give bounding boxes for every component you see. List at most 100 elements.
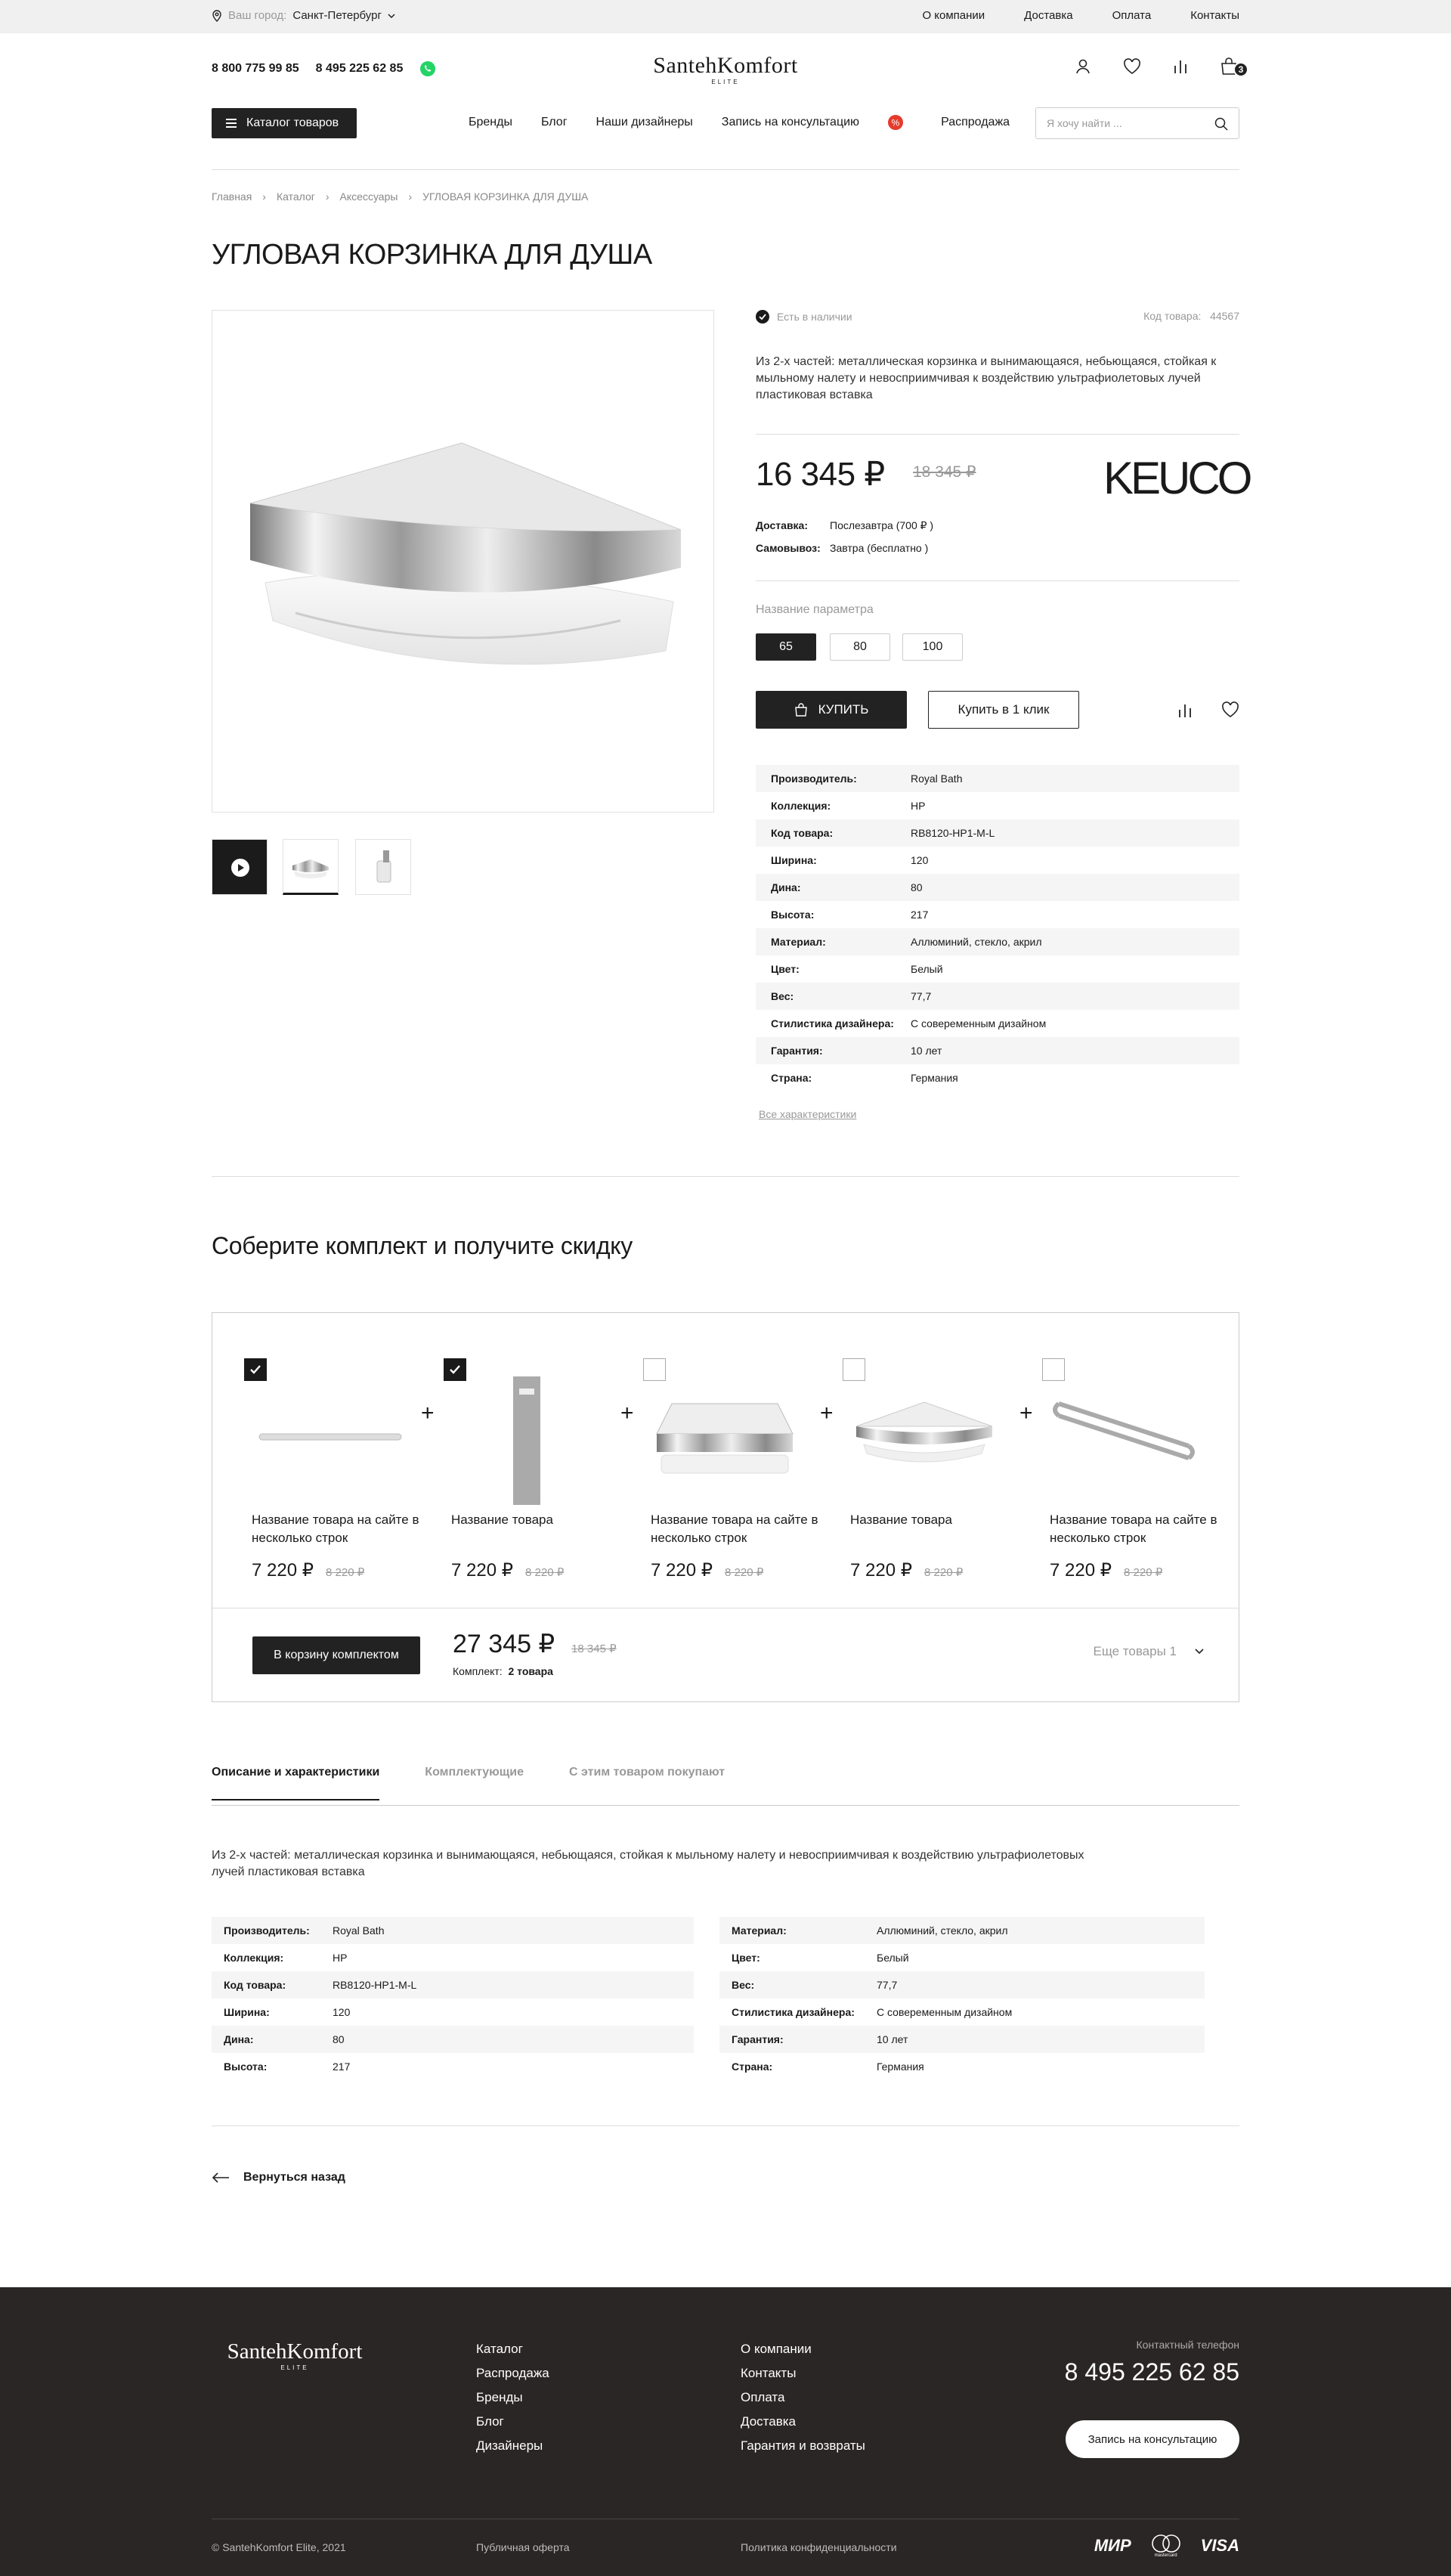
city-value[interactable]: Санкт-Петербург <box>292 9 382 22</box>
spec-key: Ширина: <box>224 2006 270 2018</box>
tab-bought-together[interactable]: С этим товаром покупают <box>569 1766 725 1800</box>
cart-icon[interactable]: 3 <box>1220 57 1248 77</box>
logo-sub-text: ELITE <box>711 79 740 85</box>
search-input[interactable]: Я хочу найти ... <box>1035 107 1239 139</box>
spec-row: Производитель: Royal Bath <box>756 765 1239 792</box>
footer-link-designers[interactable]: Дизайнеры <box>476 2434 549 2458</box>
offer-link[interactable]: Публичная оферта <box>476 2541 570 2553</box>
footer-logo-sub: ELITE <box>280 2364 309 2371</box>
mastercard-icon: mastercard <box>1148 2534 1184 2558</box>
whatsapp-icon[interactable] <box>419 60 436 77</box>
one-click-button[interactable]: Купить в 1 клик <box>928 691 1079 729</box>
footer-link-catalog[interactable]: Каталог <box>476 2337 549 2361</box>
option-100[interactable]: 100 <box>902 633 963 661</box>
option-65[interactable]: 65 <box>756 633 816 661</box>
consultation-button[interactable]: Запись на консультацию <box>1066 2420 1239 2458</box>
set-item-name[interactable]: Название товара на сайте в несколько стр… <box>651 1511 832 1547</box>
breadcrumb-catalog[interactable]: Каталог <box>277 190 315 203</box>
bag-icon <box>794 703 808 717</box>
section-divider <box>212 1176 1239 1177</box>
spec-value: Royal Bath <box>333 1924 385 1937</box>
footer-link-about[interactable]: О компании <box>741 2337 865 2361</box>
nav-designers[interactable]: Наши дизайнеры <box>596 116 693 129</box>
chevron-down-icon <box>1195 1649 1204 1655</box>
spec-row: Ширина: 120 <box>756 847 1239 874</box>
brand-logo[interactable]: KEUCO <box>1103 452 1252 504</box>
footer-link-sale[interactable]: Распродажа <box>476 2361 549 2386</box>
buy-button[interactable]: КУПИТЬ <box>756 691 907 729</box>
catalog-button[interactable]: Каталог товаров <box>212 108 357 138</box>
top-link-payment[interactable]: Оплата <box>1112 9 1152 22</box>
spec-value: Белый <box>911 963 943 975</box>
nav-blog[interactable]: Блог <box>541 116 568 129</box>
heart-icon[interactable] <box>1221 701 1239 718</box>
option-80[interactable]: 80 <box>830 633 890 661</box>
breadcrumb-home[interactable]: Главная <box>212 190 252 203</box>
top-link-about[interactable]: О компании <box>922 9 985 22</box>
set-item-name[interactable]: Название товара <box>451 1511 633 1529</box>
product-tabs: Описание и характеристики Комплектующие … <box>212 1766 770 1800</box>
top-link-contacts[interactable]: Контакты <box>1190 9 1239 22</box>
footer-phone[interactable]: 8 495 225 62 85 <box>1065 2358 1239 2386</box>
spec-value: С совеременным дизайном <box>877 2006 1013 2018</box>
footer-logo[interactable]: SantehKomfort ELITE <box>212 2340 378 2371</box>
tab-description[interactable]: Описание и характеристики <box>212 1766 380 1800</box>
set-item-checkbox[interactable] <box>843 1358 865 1381</box>
spec-row: Стилистика дизайнера: С совеременным диза… <box>719 1999 1205 2026</box>
set-item-checkbox[interactable] <box>643 1358 666 1381</box>
spec-key: Вес: <box>771 990 794 1002</box>
set-item-price: 7 220 ₽ 8 220 ₽ <box>850 1559 963 1581</box>
pickup-value: Завтра (бесплатно ) <box>830 542 929 554</box>
set-item-price: 7 220 ₽ 8 220 ₽ <box>651 1559 763 1581</box>
spec-key: Высота: <box>771 909 815 921</box>
search-icon[interactable] <box>1214 117 1228 131</box>
spec-value: 10 лет <box>877 2033 908 2045</box>
spec-row: Материал: Аллюминий, стекло, акрил <box>756 928 1239 955</box>
footer-link-blog[interactable]: Блог <box>476 2410 549 2434</box>
spec-key: Дина: <box>771 881 801 893</box>
spec-row: Высота: 217 <box>756 901 1239 928</box>
top-link-delivery[interactable]: Доставка <box>1024 9 1072 22</box>
spec-value: RB8120-HP1-M-L <box>911 827 995 839</box>
set-item-name[interactable]: Название товара на сайте в несколько стр… <box>252 1511 433 1547</box>
chevron-down-icon[interactable] <box>388 13 395 18</box>
set-item-name[interactable]: Название товара <box>850 1511 1032 1529</box>
set-item-price-value: 7 220 ₽ <box>252 1560 314 1581</box>
nav-consultation[interactable]: Запись на консультацию <box>722 116 859 129</box>
add-set-to-cart-button[interactable]: В корзину комплектом <box>252 1636 420 1674</box>
thumbnail-video[interactable] <box>212 839 268 895</box>
set-item-name[interactable]: Название товара на сайте в несколько стр… <box>1050 1511 1231 1547</box>
phone-2[interactable]: 8 495 225 62 85 <box>316 62 404 76</box>
spec-row: Высота: 217 <box>212 2053 694 2080</box>
breadcrumb-accessories[interactable]: Аксессуары <box>340 190 398 203</box>
set-item-checkbox[interactable] <box>1042 1358 1065 1381</box>
city-selector[interactable]: Ваш город: Санкт-Петербург <box>212 9 395 22</box>
product-main-image[interactable] <box>212 310 714 813</box>
footer-link-brands[interactable]: Бренды <box>476 2386 549 2410</box>
more-items-toggle[interactable]: Еще товары 1 <box>1093 1644 1204 1659</box>
all-specs-link[interactable]: Все характеристики <box>759 1108 856 1120</box>
footer-link-payment[interactable]: Оплата <box>741 2386 865 2410</box>
spec-value: HP <box>911 800 926 812</box>
nav-brands[interactable]: Бренды <box>469 116 512 129</box>
tabs-divider <box>212 1805 1239 1806</box>
set-item-image <box>258 1433 402 1441</box>
footer-link-contacts[interactable]: Контакты <box>741 2361 865 2386</box>
compare-icon[interactable] <box>1173 59 1188 74</box>
heart-icon[interactable] <box>1123 58 1141 75</box>
tab-components[interactable]: Комплектующие <box>425 1766 524 1800</box>
phone-1[interactable]: 8 800 775 99 85 <box>212 62 299 76</box>
site-logo[interactable]: SantehKomfort ELITE <box>641 54 810 86</box>
compare-icon[interactable] <box>1177 703 1193 718</box>
set-item-checkbox[interactable] <box>244 1358 267 1381</box>
footer-link-warranty[interactable]: Гарантия и возвраты <box>741 2434 865 2458</box>
back-link[interactable]: Вернуться назад <box>212 2171 345 2184</box>
privacy-link[interactable]: Политика конфиденциальности <box>741 2541 897 2553</box>
thumbnail-detail[interactable] <box>355 839 411 895</box>
visa-icon: VISA <box>1200 2536 1239 2555</box>
nav-sale[interactable]: % Распродажа <box>888 115 1038 130</box>
page-title: УГЛОВАЯ КОРЗИНКА ДЛЯ ДУША <box>212 239 652 271</box>
footer-link-delivery[interactable]: Доставка <box>741 2410 865 2434</box>
thumbnail-basket[interactable] <box>283 839 339 895</box>
user-icon[interactable] <box>1075 58 1091 75</box>
